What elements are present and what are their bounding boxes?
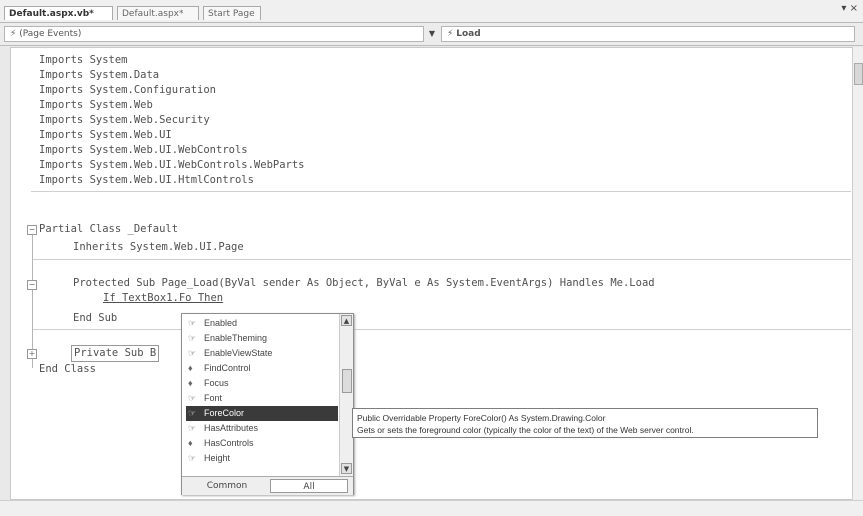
property-icon: ☞ bbox=[188, 423, 197, 433]
chevron-down-icon[interactable]: ▼ bbox=[341, 463, 352, 474]
code-line-if: If TextBox1.Fo Then bbox=[103, 292, 224, 304]
code-line-imports-8: Imports System.Web.UI.HtmlControls bbox=[39, 174, 254, 186]
separator-line bbox=[31, 191, 851, 192]
navigation-bar: ⚡ (Page Events) ▼ ⚡ Load bbox=[0, 23, 863, 46]
intellisense-popup: ☞ Enabled ☞ EnableTheming ☞ EnableViewState… bbox=[181, 313, 354, 495]
expand-icon[interactable]: + bbox=[27, 349, 37, 359]
code-line-imports-2: Imports System.Configuration bbox=[39, 84, 217, 96]
member-item[interactable]: ☞ HasAttributes bbox=[186, 421, 338, 436]
tab-start-page[interactable]: Start Page bbox=[203, 6, 261, 20]
vertical-scrollbar[interactable] bbox=[852, 47, 863, 500]
member-label: Enabled bbox=[204, 318, 238, 328]
member-label: EnableViewState bbox=[204, 348, 273, 358]
method-name-value: Load bbox=[456, 29, 481, 39]
scrollbar-thumb[interactable] bbox=[854, 63, 863, 85]
tooltip-description: Gets or sets the foreground color (typic… bbox=[357, 425, 694, 435]
property-icon: ☞ bbox=[188, 453, 197, 463]
member-label: HasAttributes bbox=[204, 423, 259, 433]
member-label: HasControls bbox=[204, 438, 254, 448]
chevron-up-icon[interactable]: ▲ bbox=[341, 315, 352, 326]
code-line-imports-6: Imports System.Web.UI.WebControls bbox=[39, 144, 248, 156]
code-line-imports-5: Imports System.Web.UI bbox=[39, 129, 172, 141]
member-item-selected[interactable]: ☞ ForeColor bbox=[186, 406, 338, 421]
collapse-icon[interactable]: − bbox=[27, 280, 37, 290]
method-icon: ♦ bbox=[188, 378, 193, 388]
scrollbar-thumb[interactable] bbox=[342, 369, 352, 393]
close-icon[interactable]: ▾ × bbox=[841, 3, 858, 14]
horizontal-scrollbar[interactable] bbox=[0, 500, 863, 516]
document-tabstrip: Default.aspx.vb* Default.aspx* Start Pag… bbox=[0, 0, 863, 23]
tab-common[interactable]: Common bbox=[188, 479, 266, 493]
member-list: ☞ Enabled ☞ EnableTheming ☞ EnableViewState… bbox=[182, 314, 339, 476]
member-item[interactable]: ☞ Enabled bbox=[186, 316, 338, 331]
tab-default-aspx[interactable]: Default.aspx* bbox=[117, 6, 199, 20]
member-item[interactable]: ♦ HasControls bbox=[186, 436, 338, 451]
member-item[interactable]: ♦ Focus bbox=[186, 376, 338, 391]
code-line-imports-1: Imports System.Data bbox=[39, 69, 160, 81]
method-icon: ♦ bbox=[188, 438, 193, 448]
class-name-dropdown[interactable]: ⚡ (Page Events) bbox=[4, 26, 424, 42]
member-item[interactable]: ☞ EnableViewState bbox=[186, 346, 338, 361]
code-line-sub-decl: Protected Sub Page_Load(ByVal sender As … bbox=[73, 277, 655, 289]
event-icon: ⚡ bbox=[10, 29, 17, 39]
method-name-dropdown[interactable]: ⚡ Load bbox=[441, 26, 855, 42]
quickinfo-tooltip: Public Overridable Property ForeColor() … bbox=[352, 408, 818, 438]
code-line-end-class: End Class bbox=[39, 363, 96, 375]
separator-line bbox=[33, 259, 851, 260]
property-icon: ☞ bbox=[188, 333, 197, 343]
class-name-value: (Page Events) bbox=[19, 29, 82, 39]
tab-default-aspx-vb[interactable]: Default.aspx.vb* bbox=[4, 6, 113, 20]
collapse-icon[interactable]: − bbox=[27, 225, 37, 235]
code-line-imports-4: Imports System.Web.Security bbox=[39, 114, 210, 126]
member-list-tabs: Common All bbox=[182, 476, 353, 495]
property-icon: ☞ bbox=[188, 408, 197, 418]
chevron-down-icon[interactable]: ▼ bbox=[425, 26, 439, 42]
member-label: EnableTheming bbox=[204, 333, 268, 343]
code-line-imports-3: Imports System.Web bbox=[39, 99, 153, 111]
member-label: Focus bbox=[204, 378, 229, 388]
method-icon: ♦ bbox=[188, 363, 193, 373]
member-item[interactable]: ☞ Height bbox=[186, 451, 338, 466]
member-list-scrollbar[interactable]: ▲ ▼ bbox=[339, 314, 353, 476]
member-label: ForeColor bbox=[204, 408, 245, 418]
member-label: Height bbox=[204, 453, 231, 463]
property-icon: ☞ bbox=[188, 393, 197, 403]
tooltip-signature: Public Overridable Property ForeColor() … bbox=[357, 413, 606, 423]
tab-all[interactable]: All bbox=[270, 479, 348, 493]
property-icon: ☞ bbox=[188, 318, 197, 328]
member-item[interactable]: ☞ EnableTheming bbox=[186, 331, 338, 346]
separator-line bbox=[33, 329, 851, 330]
code-line-class-decl: Partial Class _Default bbox=[39, 223, 179, 235]
code-line-inherits: Inherits System.Web.UI.Page bbox=[73, 241, 244, 253]
code-line-end-sub: End Sub bbox=[73, 312, 118, 324]
code-line-private-sub[interactable]: Private Sub B bbox=[71, 345, 160, 362]
member-label: FindControl bbox=[204, 363, 251, 373]
member-item[interactable]: ♦ FindControl bbox=[186, 361, 338, 376]
code-line-imports-7: Imports System.Web.UI.WebControls.WebPar… bbox=[39, 159, 305, 171]
event-icon: ⚡ bbox=[447, 29, 454, 39]
member-item[interactable]: ☞ Font bbox=[186, 391, 338, 406]
code-line-imports-0: Imports System bbox=[39, 54, 128, 66]
member-label: Font bbox=[204, 393, 223, 403]
property-icon: ☞ bbox=[188, 348, 197, 358]
